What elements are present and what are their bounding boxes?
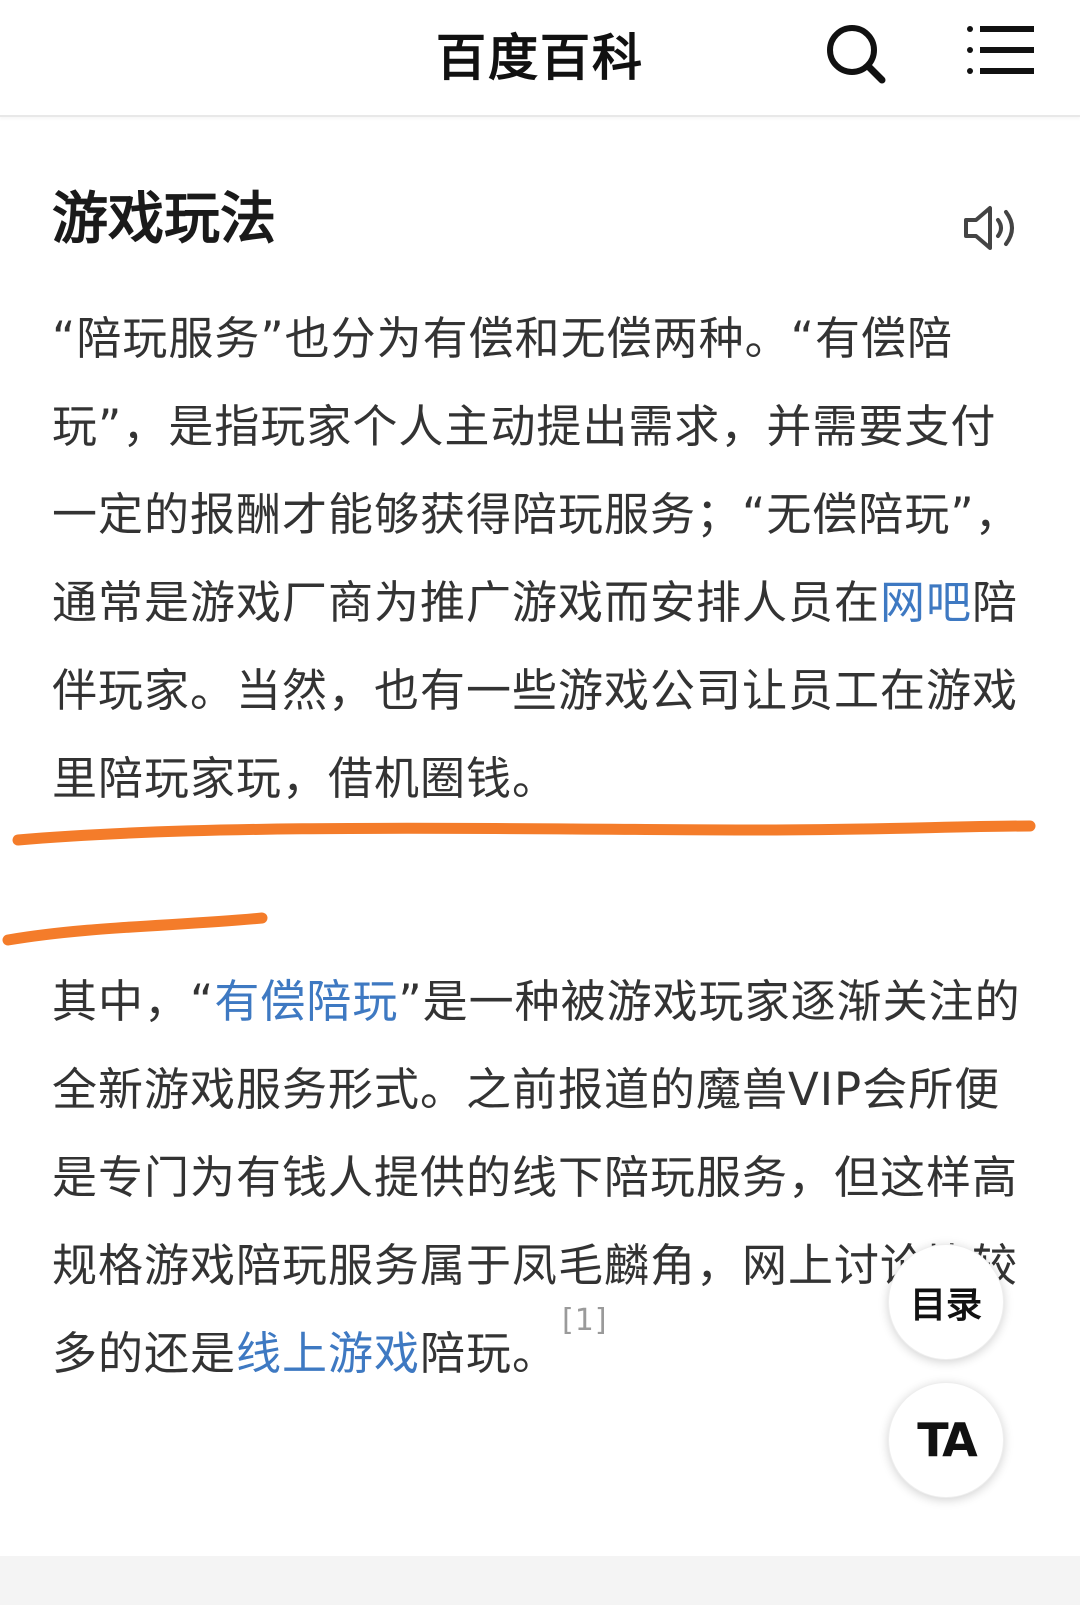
link-online-games[interactable]: 线上游戏	[236, 1327, 420, 1380]
menu-icon	[967, 26, 1034, 74]
paragraph-paid-service: 其中，“有偿陪玩”是一种被游戏玩家逐渐关注的全新游戏服务形式。之前报道的魔兽VI…	[52, 958, 1032, 1398]
link-paid-companion[interactable]: 有偿陪玩	[214, 975, 398, 1028]
search-button[interactable]	[822, 20, 890, 88]
menu-button[interactable]	[966, 24, 1036, 78]
link-internet-cafe[interactable]: 网吧	[880, 576, 972, 629]
citation-link[interactable]: [1]	[562, 1303, 608, 1338]
brand-title[interactable]: 百度百科	[0, 18, 1080, 90]
underline-stroke-1	[12, 820, 1036, 846]
section-title: 游戏玩法	[52, 187, 276, 252]
top-bar: 百度百科	[0, 0, 1080, 117]
paragraph-text: ”是一种被游戏玩家逐渐关注的全新游戏服务形式。之前报道的魔兽VIP会所便是专门为…	[52, 975, 1021, 1380]
ta-button[interactable]: TA	[888, 1382, 1004, 1498]
speaker-icon	[964, 206, 1014, 250]
paragraph-text: 其中，“	[52, 975, 215, 1028]
toc-button[interactable]: 目录	[888, 1244, 1004, 1360]
paragraph-gameplay: “陪玩服务”也分为有偿和无偿两种。“有偿陪玩”，是指玩家个人主动提出需求，并需要…	[52, 295, 1032, 823]
search-icon	[827, 25, 886, 84]
underline-stroke-2	[2, 912, 268, 946]
paragraph-text: 陪玩。	[420, 1327, 559, 1380]
bottom-divider	[0, 1556, 1080, 1605]
read-aloud-button[interactable]	[962, 200, 1022, 256]
paragraph-text: “陪玩服务”也分为有偿和无偿两种。“有偿陪玩”，是指玩家个人主动提出需求，并需要…	[52, 312, 1021, 629]
